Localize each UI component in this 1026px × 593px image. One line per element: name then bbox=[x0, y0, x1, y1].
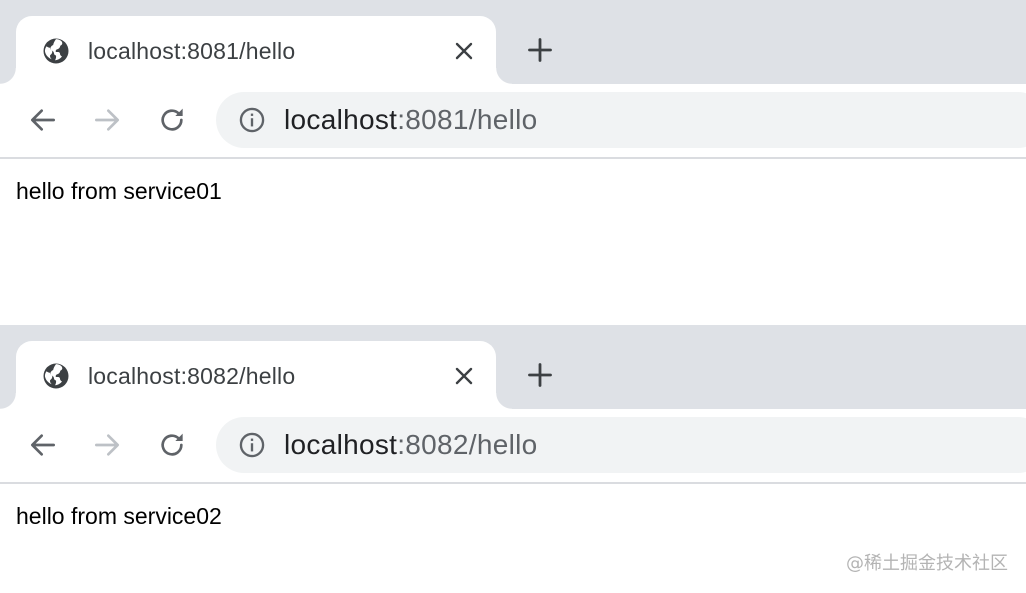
reload-icon[interactable] bbox=[156, 104, 188, 136]
url-text: localhost:8082/hello bbox=[284, 428, 538, 462]
globe-icon bbox=[43, 38, 69, 64]
toolbar: localhost:8081/hello bbox=[0, 84, 1026, 157]
url-host: localhost bbox=[284, 429, 398, 460]
globe-icon bbox=[43, 363, 69, 389]
arrow-right-icon[interactable] bbox=[91, 429, 123, 461]
browser-window-1: localhost:8081/hello localhost:8081/hell… bbox=[0, 0, 1026, 268]
page-body-text: hello from service02 bbox=[16, 503, 222, 529]
plus-icon[interactable] bbox=[526, 36, 554, 64]
address-bar[interactable]: localhost:8082/hello bbox=[216, 417, 1026, 473]
tab-title: localhost:8081/hello bbox=[88, 38, 296, 64]
reload-icon[interactable] bbox=[156, 429, 188, 461]
tab-strip: localhost:8081/hello bbox=[0, 0, 1026, 84]
tab-title: localhost:8082/hello bbox=[88, 363, 296, 389]
arrow-right-icon[interactable] bbox=[91, 104, 123, 136]
page-body-text: hello from service01 bbox=[16, 178, 222, 204]
url-path: :8082/hello bbox=[397, 429, 538, 460]
close-icon[interactable] bbox=[452, 364, 476, 388]
plus-icon[interactable] bbox=[526, 361, 554, 389]
toolbar-divider bbox=[0, 482, 1026, 484]
arrow-left-icon[interactable] bbox=[27, 429, 59, 461]
toolbar: localhost:8082/hello bbox=[0, 409, 1026, 482]
url-host: localhost bbox=[284, 104, 398, 135]
tab-active[interactable]: localhost:8081/hello bbox=[0, 16, 512, 84]
watermark: @稀土掘金技术社区 bbox=[846, 553, 1008, 574]
tab-strip: localhost:8082/hello bbox=[0, 325, 1026, 409]
tab-active[interactable]: localhost:8082/hello bbox=[0, 341, 512, 409]
url-text: localhost:8081/hello bbox=[284, 103, 538, 137]
arrow-left-icon[interactable] bbox=[27, 104, 59, 136]
url-path: :8081/hello bbox=[397, 104, 538, 135]
address-bar[interactable]: localhost:8081/hello bbox=[216, 92, 1026, 148]
toolbar-divider bbox=[0, 157, 1026, 159]
close-icon[interactable] bbox=[452, 39, 476, 63]
info-icon[interactable] bbox=[238, 431, 266, 459]
info-icon[interactable] bbox=[238, 106, 266, 134]
